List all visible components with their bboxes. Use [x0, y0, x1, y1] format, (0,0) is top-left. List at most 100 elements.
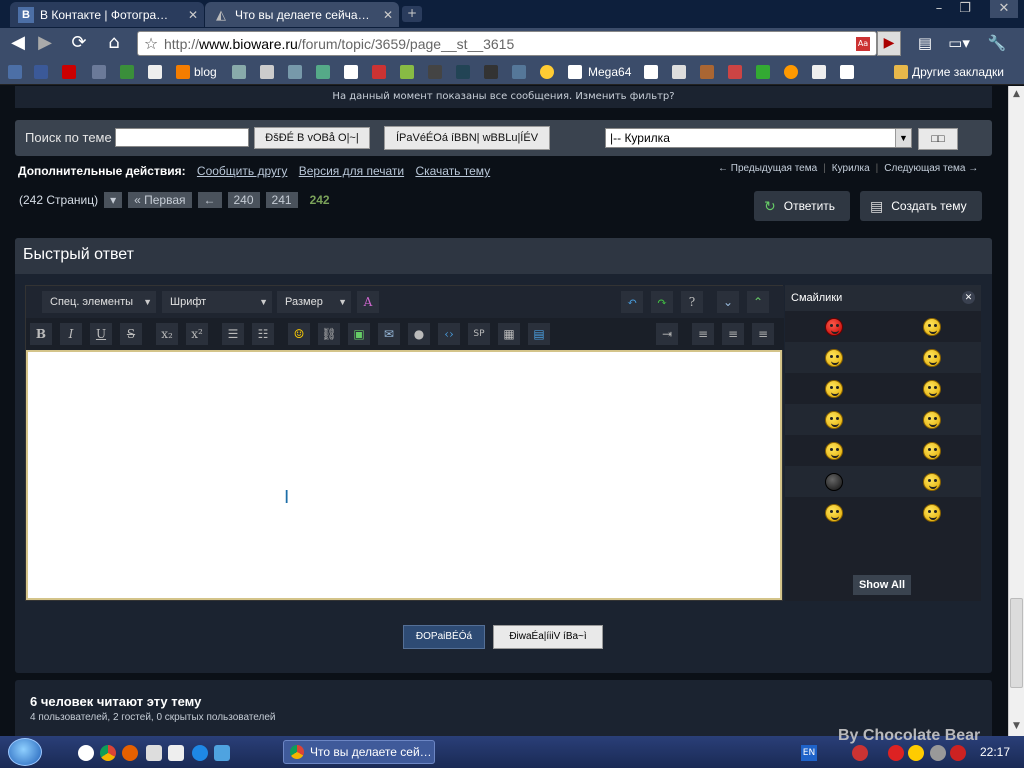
new-tab-button[interactable]: + — [402, 6, 422, 22]
exclaim-smiley-icon[interactable] — [825, 410, 843, 429]
tray-icon[interactable] — [950, 745, 966, 761]
align-center-icon[interactable]: ≡ — [722, 323, 744, 345]
page-jump-dropdown[interactable]: ▾ — [104, 192, 123, 208]
bookmark-site[interactable] — [700, 64, 714, 80]
prev-page-link[interactable]: ← — [197, 192, 222, 208]
prev-topic-link[interactable]: ← Предыдущая тема — [718, 163, 817, 174]
bookmark-site[interactable] — [672, 64, 686, 80]
size-dropdown[interactable]: Размер ▼ — [277, 291, 351, 313]
expand-icon[interactable]: ⌃ — [747, 291, 769, 313]
close-tab-icon[interactable]: ✕ — [383, 8, 393, 22]
scroll-down-icon[interactable]: ▼ — [1009, 718, 1024, 734]
tongue-smiley-icon[interactable] — [923, 379, 941, 398]
wink-smiley-icon[interactable] — [923, 503, 941, 522]
collapse-icon[interactable]: ⌄ — [717, 291, 739, 313]
minimize-button[interactable]: – — [928, 0, 950, 18]
bookmark-site[interactable] — [484, 64, 498, 80]
bookmark-site[interactable] — [232, 64, 246, 80]
table-icon[interactable]: ▦ — [498, 323, 520, 345]
search-input[interactable] — [115, 128, 249, 147]
other-bookmarks[interactable]: Другие закладки — [894, 64, 1004, 80]
scroll-thumb[interactable] — [1010, 598, 1023, 688]
tray-icon[interactable] — [908, 745, 924, 761]
text-color-icon[interactable]: A — [357, 291, 379, 313]
next-topic-link[interactable]: Следующая тема → — [884, 163, 978, 174]
undo-icon[interactable]: ↶ — [621, 291, 643, 313]
bookmark-site[interactable] — [344, 64, 358, 80]
indent-icon[interactable]: ⇥ — [656, 323, 678, 345]
tell-friend-link[interactable]: Сообщить другу — [197, 164, 287, 178]
address-bar[interactable]: ☆ http://www.bioware.ru/forum/topic/3659… — [137, 31, 877, 56]
bookmark-site[interactable] — [400, 64, 414, 80]
page-menu-icon[interactable]: ▭▾ — [946, 32, 972, 54]
bullet-list-icon[interactable]: ☰ — [222, 323, 244, 345]
emoticon-icon[interactable]: ☺ — [288, 323, 310, 345]
link-icon[interactable]: ⛓ — [318, 323, 340, 345]
tray-icon[interactable] — [888, 745, 904, 761]
bookmark-wikipedia[interactable] — [644, 64, 658, 80]
search-forum-button[interactable]: ÍPaVéÉOá íBBN| wBBLu|ÍÉV — [384, 126, 550, 150]
download-topic-link[interactable]: Скачать тему — [415, 164, 490, 178]
bookmark-youtube[interactable] — [62, 64, 76, 80]
scroll-up-icon[interactable]: ▲ — [1009, 86, 1024, 102]
bookmark-site[interactable] — [428, 64, 442, 80]
reply-button[interactable]: ↻ Ответить — [754, 191, 850, 221]
code-icon[interactable]: ‹› — [438, 323, 460, 345]
close-tab-icon[interactable]: ✕ — [188, 8, 198, 22]
bookmark-site[interactable] — [260, 64, 274, 80]
bookmark-site[interactable] — [456, 64, 470, 80]
quicklaunch-icon[interactable] — [168, 745, 184, 761]
forum-jump-select[interactable]: |-- Курилка ▼ — [605, 128, 912, 148]
bookmark-site[interactable] — [92, 64, 106, 80]
strikethrough-button[interactable]: S — [120, 323, 142, 345]
superscript-button[interactable]: x² — [186, 323, 208, 345]
start-button[interactable] — [8, 738, 42, 766]
new-topic-button[interactable]: ▤ Создать тему — [860, 191, 982, 221]
filter-notice[interactable]: На данный момент показаны все сообщения.… — [15, 86, 992, 108]
align-right-icon[interactable]: ≡ — [752, 323, 774, 345]
special-elements-dropdown[interactable]: Спец. элементы ▼ — [42, 291, 156, 313]
back-icon[interactable]: ◀ — [6, 31, 30, 55]
bookmark-site[interactable] — [756, 64, 770, 80]
quicklaunch-icon[interactable] — [146, 745, 162, 761]
home-icon[interactable]: ⌂ — [102, 31, 126, 55]
bookmark-site[interactable] — [288, 64, 302, 80]
reload-icon[interactable]: ⟳ — [67, 31, 91, 55]
bookmark-mega64[interactable]: Mega64 — [568, 64, 631, 80]
bookmark-vk[interactable] — [8, 64, 22, 80]
firefox-icon[interactable] — [122, 745, 138, 761]
flag-icon[interactable]: ▤ — [912, 32, 938, 54]
spoiler-button[interactable]: SP — [468, 323, 490, 345]
cool-smiley-icon[interactable] — [923, 441, 941, 460]
bookmark-site[interactable] — [512, 64, 526, 80]
smile-smiley-icon[interactable] — [825, 503, 843, 522]
italic-button[interactable]: I — [60, 323, 82, 345]
confused-smiley-icon[interactable] — [923, 472, 941, 491]
group-smiley-icon[interactable] — [923, 317, 941, 336]
quicklaunch-icon[interactable] — [78, 745, 94, 761]
image-icon[interactable]: ▣ — [348, 323, 370, 345]
page-link-241[interactable]: 241 — [265, 192, 298, 208]
bookmark-site[interactable] — [840, 64, 854, 80]
tab-bioware-forum[interactable]: ◭ Что вы делаете сейча… ✕ — [205, 2, 399, 27]
maximize-button[interactable]: ❐ — [954, 0, 976, 18]
bookmark-site[interactable] — [316, 64, 330, 80]
bookmark-blog[interactable]: blog — [176, 64, 217, 80]
url-text[interactable]: http://www.bioware.ru/forum/topic/3659/p… — [164, 36, 856, 52]
page-scrollbar[interactable]: ▲ ▼ — [1008, 86, 1024, 736]
forum-jump-go-button[interactable]: □□ — [918, 128, 958, 150]
print-version-link[interactable]: Версия для печати — [299, 164, 404, 178]
translate-icon[interactable]: Aa — [856, 36, 870, 51]
quicklaunch-icon[interactable] — [214, 745, 230, 761]
subscript-button[interactable]: x₂ — [156, 323, 178, 345]
forum-link[interactable]: Курилка — [832, 163, 870, 174]
tray-icon[interactable] — [930, 745, 946, 761]
shocked-smiley-icon[interactable] — [923, 348, 941, 367]
sad-smiley-icon[interactable] — [825, 441, 843, 460]
language-indicator[interactable]: EN — [801, 745, 817, 761]
taskbar-item-chrome[interactable]: Что вы делаете сей… — [283, 740, 435, 764]
wave-smiley-icon[interactable] — [825, 379, 843, 398]
preview-button[interactable]: ÐiwaÉa|íiiV íBa~ì — [493, 625, 603, 649]
font-dropdown[interactable]: Шрифт ▼ — [162, 291, 272, 313]
bookmark-star-icon[interactable]: ☆ — [138, 34, 164, 53]
